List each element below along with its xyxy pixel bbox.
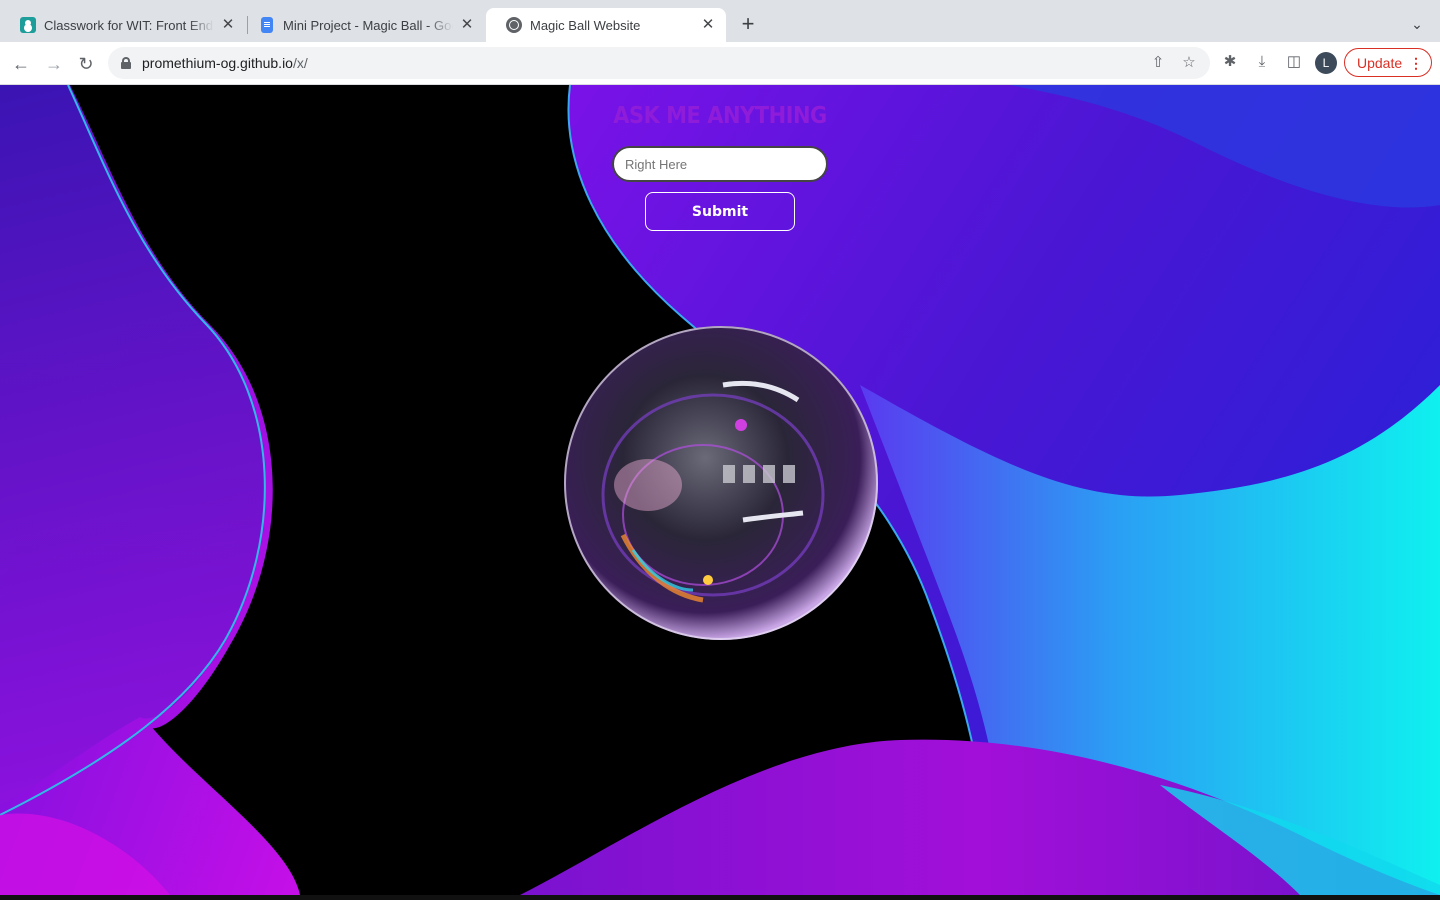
url-host: promethium-og.github.io — [142, 55, 293, 71]
share-icon[interactable]: ⇧ — [1148, 53, 1168, 73]
tab-label: Magic Ball Website — [530, 17, 641, 33]
close-icon[interactable]: ✕ — [700, 17, 716, 33]
kebab-menu-icon[interactable]: ⋮ — [1409, 56, 1423, 70]
download-icon[interactable]: ⤓ — [1250, 50, 1274, 74]
lock-icon[interactable] — [121, 57, 131, 69]
bookmark-star-icon[interactable]: ☆ — [1179, 53, 1199, 73]
tab-label: Mini Project - Magic Ball - Goo — [283, 17, 453, 33]
page-bottom-edge — [0, 895, 1440, 900]
tab-label: Classwork for WIT: Front End — [44, 17, 214, 33]
tab-classwork[interactable]: Classwork for WIT: Front End ✕ — [0, 8, 246, 42]
magic-ball-page: ASK ME ANYTHING Submit — [0, 85, 1440, 895]
forward-arrow-icon[interactable]: → — [40, 50, 68, 78]
url-text[interactable]: promethium-og.github.io/x/ — [142, 55, 308, 71]
submit-button[interactable]: Submit — [645, 192, 795, 231]
page-heading: ASK ME ANYTHING — [613, 101, 827, 129]
extensions-puzzle-icon[interactable]: ✱ — [1218, 50, 1242, 74]
globe-icon — [506, 17, 522, 33]
new-tab-button[interactable]: + — [735, 12, 761, 38]
update-label: Update — [1357, 54, 1403, 71]
magic-ball-image — [564, 326, 878, 640]
reload-icon[interactable]: ↻ — [72, 50, 100, 78]
back-arrow-icon[interactable]: ← — [7, 50, 35, 78]
question-input[interactable] — [612, 146, 828, 182]
url-path: /x/ — [292, 55, 308, 71]
update-button[interactable]: Update ⋮ — [1344, 48, 1432, 77]
profile-avatar[interactable]: L — [1315, 52, 1337, 74]
docs-icon — [261, 17, 273, 33]
tab-magic-ball[interactable]: Magic Ball Website ✕ — [486, 8, 726, 42]
close-icon[interactable]: ✕ — [459, 17, 475, 33]
tab-mini-project[interactable]: Mini Project - Magic Ball - Goo ✕ — [239, 8, 485, 42]
classroom-icon — [20, 17, 36, 33]
tab-strip: Classwork for WIT: Front End ✕ Mini Proj… — [0, 0, 1440, 42]
address-bar[interactable]: promethium-og.github.io/x/ ⇧ ☆ — [108, 47, 1210, 79]
side-panel-icon[interactable]: ◫ — [1282, 50, 1306, 74]
tab-search-chevron-icon[interactable]: ⌄ — [1405, 12, 1429, 36]
close-icon[interactable]: ✕ — [220, 17, 236, 33]
